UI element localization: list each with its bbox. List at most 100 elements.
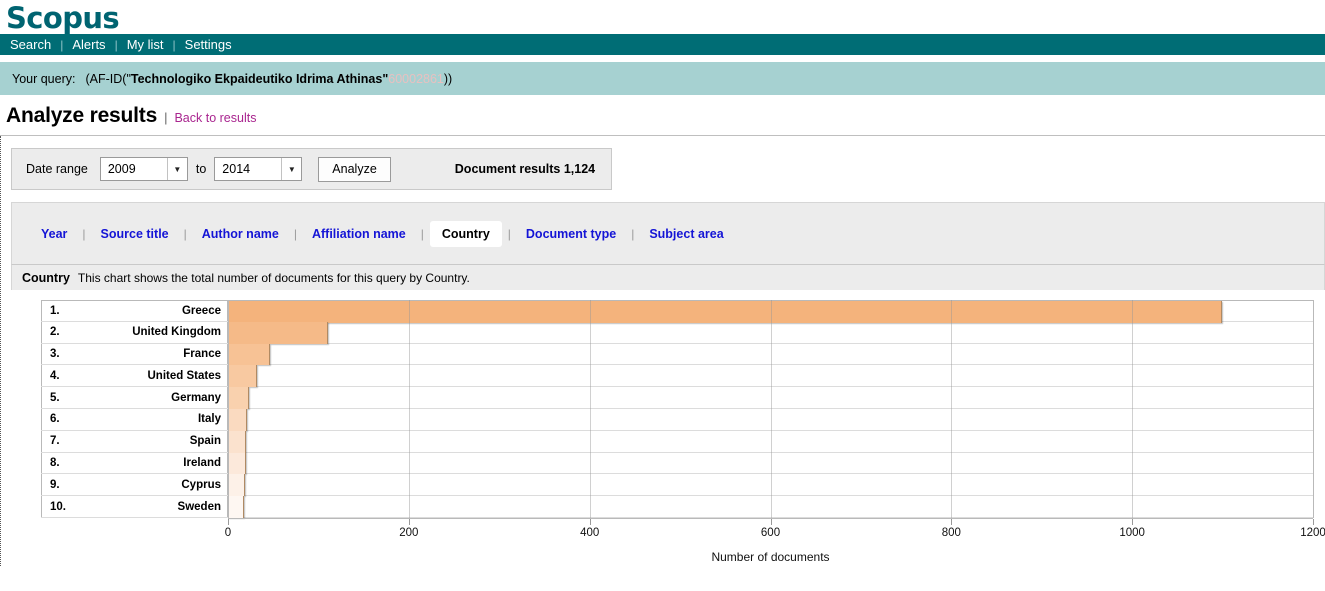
nav-item-my-list[interactable]: My list (127, 37, 164, 52)
tab-year[interactable]: Year (32, 222, 76, 246)
chart-row-label: 2. United Kingdom (41, 321, 228, 343)
chart-category-label: Country (22, 270, 70, 285)
x-axis-tick-label: 1000 (1119, 527, 1145, 539)
chart-description-text: This chart shows the total number of doc… (77, 270, 470, 285)
chart-row: 6. Italy (41, 408, 1313, 431)
chart-row-country: Greece (181, 304, 221, 317)
chart-bar-cell (228, 365, 1313, 388)
chart-plot-area: 1. Greece 2. United Kingdom 3. France 4. United… (41, 300, 1325, 564)
brand-bar: Scopus (0, 0, 1325, 34)
chart-bar[interactable] (228, 321, 329, 344)
query-affiliation: Technologiko Ekpaideutiko Idrima Athinas (130, 71, 383, 86)
chart-bar[interactable] (228, 452, 247, 475)
nav-separator: | (114, 37, 118, 52)
to-year-select[interactable]: 2014 ▼ (214, 157, 303, 181)
chart-description-bar: Country This chart shows the total numbe… (11, 264, 1325, 290)
chart-row: 10. Sweden (41, 496, 1313, 518)
nav-separator: | (60, 37, 64, 52)
from-year-select[interactable]: 2009 ▼ (99, 157, 188, 181)
chevron-down-icon: ▼ (281, 158, 301, 180)
chart-row-rank: 1. (50, 304, 60, 317)
chart-row-label: 3. France (41, 343, 228, 365)
chart-bar[interactable] (228, 496, 245, 518)
chart-row: 4. United States (41, 365, 1313, 388)
back-to-results-link[interactable]: Back to results (174, 111, 256, 125)
chart-row-country: Italy (197, 413, 221, 426)
query-prefix: (AF-ID(" (85, 71, 131, 86)
chart-bar[interactable] (228, 430, 247, 453)
nav-item-alerts[interactable]: Alerts (72, 37, 105, 52)
query-band: Your query: (AF-ID("Technologiko Ekpaide… (0, 62, 1325, 95)
chart-bar-cell (228, 474, 1313, 497)
chart-bar[interactable] (228, 301, 1222, 323)
nav-item-settings[interactable]: Settings (185, 37, 232, 52)
date-range-label: Date range (26, 162, 88, 176)
tab-source-title[interactable]: Source title (92, 222, 178, 246)
tab-separator: | (631, 226, 635, 241)
tab-author-name[interactable]: Author name (193, 222, 288, 246)
chart-row-country: Germany (171, 391, 221, 404)
chart-row-rank: 4. (50, 369, 60, 382)
x-axis-tick-label: 0 (224, 527, 232, 539)
tab-separator: | (183, 226, 187, 241)
chart-row: 3. France (41, 343, 1313, 366)
nav-item-search[interactable]: Search (10, 37, 51, 52)
chart-bar[interactable] (228, 474, 246, 497)
scopus-logo: Scopus (6, 1, 120, 35)
chart-bar-cell (228, 496, 1313, 518)
chart-bar-cell (228, 343, 1313, 366)
chart-bar[interactable] (228, 387, 249, 409)
title-separator: | (164, 110, 168, 125)
x-axis-ticks: 0 200 400 600 800 1000 1200 (224, 519, 1325, 549)
date-range-section: Date range 2009 ▼ to 2014 ▼ Analyze Docu… (1, 136, 1325, 190)
chart-row-country: Ireland (183, 456, 221, 469)
chart-row-country: Sweden (177, 500, 221, 513)
chart-row-rank: 5. (50, 391, 60, 404)
chart-rows: 1. Greece 2. United Kingdom 3. France 4. United… (41, 300, 1313, 518)
x-axis-title: Number of documents (711, 550, 830, 564)
x-axis-tick-label: 1200 (1300, 527, 1325, 539)
page-title-row: Analyze results | Back to results (0, 95, 1325, 132)
x-axis-tick-label: 800 (941, 527, 961, 539)
chart-row-label: 6. Italy (41, 408, 228, 430)
x-axis-tick-label: 400 (580, 527, 600, 539)
main-navbar: Search | Alerts | My list | Settings (0, 34, 1325, 55)
chart-row: 9. Cyprus (41, 474, 1313, 497)
document-results-count: Document results 1,124 (454, 162, 596, 176)
tab-document-type[interactable]: Document type (517, 222, 625, 246)
chart-bar-cell (228, 321, 1313, 344)
chart-row-country: France (183, 347, 221, 360)
tab-separator: | (82, 226, 86, 241)
page-title: Analyze results (6, 104, 158, 127)
chart-bar[interactable] (228, 408, 247, 431)
analysis-tabs: Year | Source title | Author name | Affi… (11, 202, 1325, 264)
tab-country[interactable]: Country (429, 220, 502, 247)
chart-bar-cell (228, 430, 1313, 453)
nav-separator: | (172, 37, 176, 52)
tab-affiliation-name[interactable]: Affiliation name (303, 222, 415, 246)
chart-bar-cell (228, 408, 1313, 431)
tab-separator: | (420, 226, 424, 241)
chevron-down-icon: ▼ (166, 158, 187, 180)
x-axis-tick-label: 600 (760, 527, 781, 539)
chart-bar[interactable] (228, 365, 257, 388)
tab-subject-area[interactable]: Subject area (640, 222, 732, 246)
chart-row: 2. United Kingdom (41, 321, 1313, 344)
chart-bar-cell (228, 387, 1313, 409)
chart-row-rank: 2. (50, 326, 60, 339)
chart-row-rank: 3. (50, 347, 60, 360)
tab-separator: | (293, 226, 297, 241)
analyze-button[interactable]: Analyze (318, 156, 391, 182)
date-range-panel: Date range 2009 ▼ to 2014 ▼ Analyze Docu… (11, 148, 613, 190)
chart-row-label: 4. United States (41, 365, 228, 387)
chart-row-rank: 8. (50, 456, 60, 469)
query-label: Your query: (12, 71, 76, 86)
chart-bar[interactable] (228, 343, 270, 366)
chart-row-label: 8. Ireland (41, 452, 228, 474)
date-range-to-label: to (195, 162, 207, 176)
country-bar-chart: 1. Greece 2. United Kingdom 3. France 4. United… (11, 290, 1325, 565)
chart-row-label: 1. Greece (41, 301, 228, 321)
chart-bar-cell (228, 452, 1313, 475)
query-suffix: )) (443, 71, 453, 86)
chart-row-label: 10. Sweden (41, 496, 228, 517)
